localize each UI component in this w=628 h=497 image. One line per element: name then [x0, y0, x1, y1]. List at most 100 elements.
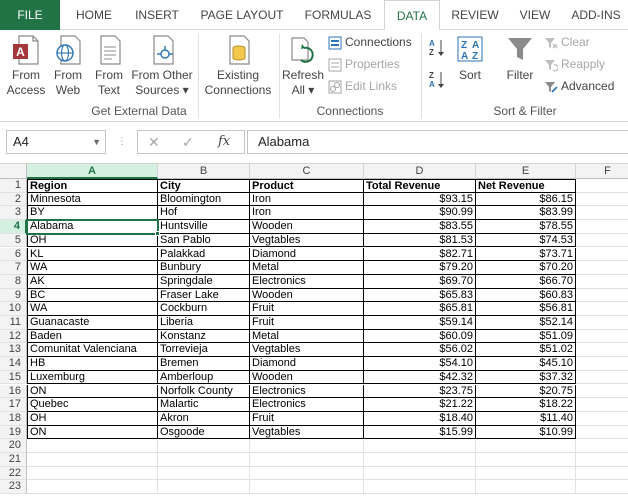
cell-a22[interactable] — [27, 466, 158, 481]
cell-f13[interactable] — [576, 343, 628, 358]
cell-a20[interactable] — [27, 439, 158, 453]
cell-d4[interactable]: $83.55 — [364, 220, 476, 234]
cell-d23[interactable] — [364, 480, 476, 495]
cell-a10[interactable]: WA — [27, 302, 158, 316]
cell-f11[interactable] — [576, 316, 628, 330]
cell-d13[interactable]: $56.02 — [364, 343, 476, 358]
cell-b14[interactable]: Bremen — [158, 357, 250, 371]
advanced-filter-button[interactable]: Advanced — [544, 77, 614, 95]
cell-c13[interactable]: Vegtables — [250, 343, 364, 358]
cell-a2[interactable]: Minnesota — [27, 192, 158, 207]
cell-a15[interactable]: Luxemburg — [27, 370, 158, 385]
cell-c14[interactable]: Diamond — [250, 357, 364, 371]
row-header-1[interactable]: 1 — [0, 179, 27, 193]
row-header-5[interactable]: 5 — [0, 233, 27, 248]
row-header-15[interactable]: 15 — [0, 370, 27, 385]
cell-c20[interactable] — [250, 439, 364, 453]
cell-e4[interactable]: $78.55 — [476, 220, 576, 234]
column-header-e[interactable]: E — [476, 164, 576, 179]
row-header-9[interactable]: 9 — [0, 288, 27, 303]
chevron-down-icon[interactable]: ▼ — [92, 131, 101, 153]
row-header-4[interactable]: 4 — [0, 220, 27, 234]
cell-b3[interactable]: Hof — [158, 206, 250, 221]
cell-a16[interactable]: ON — [27, 384, 158, 399]
row-header-2[interactable]: 2 — [0, 192, 27, 207]
spreadsheet-grid[interactable]: A B C D E F 1 Region City Product Total Revenue Net… — [0, 163, 628, 497]
fill-handle[interactable] — [155, 230, 160, 236]
cell-f9[interactable] — [576, 289, 628, 303]
row-header-16[interactable]: 16 — [0, 384, 27, 399]
cell-d19[interactable]: $15.99 — [364, 425, 476, 440]
cell-b15[interactable]: Amberloup — [158, 370, 250, 385]
row-header-12[interactable]: 12 — [0, 329, 27, 344]
cell-e13[interactable]: $51.02 — [476, 343, 576, 358]
cell-f21[interactable] — [576, 453, 628, 467]
cell-a1[interactable]: Region — [27, 179, 158, 193]
cell-b16[interactable]: Norfolk County — [158, 384, 250, 399]
cell-c15[interactable]: Wooden — [250, 370, 364, 385]
cell-c4[interactable]: Wooden — [250, 220, 364, 234]
cell-f16[interactable] — [576, 385, 628, 399]
cell-c1[interactable]: Product — [250, 179, 364, 193]
cell-d20[interactable] — [364, 439, 476, 453]
cell-d17[interactable]: $21.22 — [364, 398, 476, 412]
cell-b12[interactable]: Konstanz — [158, 329, 250, 344]
cell-b21[interactable] — [158, 453, 250, 467]
row-header-23[interactable]: 23 — [0, 480, 27, 495]
row-header-6[interactable]: 6 — [0, 247, 27, 262]
cell-b7[interactable]: Bunbury — [158, 261, 250, 275]
cell-f23[interactable] — [576, 480, 628, 495]
cell-c9[interactable]: Wooden — [250, 288, 364, 303]
cell-d11[interactable]: $59.14 — [364, 316, 476, 330]
cell-b6[interactable]: Palakkad — [158, 247, 250, 262]
cell-f7[interactable] — [576, 261, 628, 275]
cell-f10[interactable] — [576, 302, 628, 316]
from-web-button[interactable]: From Web — [50, 34, 86, 98]
cell-c2[interactable]: Iron — [250, 192, 364, 207]
column-header-b[interactable]: B — [158, 164, 250, 179]
cell-a3[interactable]: BY — [27, 206, 158, 221]
enter-check-icon[interactable]: ✓ — [182, 131, 194, 153]
cell-f22[interactable] — [576, 467, 628, 481]
cell-e19[interactable]: $10.99 — [476, 425, 576, 440]
cell-b18[interactable]: Akron — [158, 411, 250, 426]
cell-b4[interactable]: Huntsville — [158, 220, 250, 234]
cell-c10[interactable]: Fruit — [250, 302, 364, 316]
cell-f15[interactable] — [576, 371, 628, 385]
cell-d14[interactable]: $54.10 — [364, 357, 476, 371]
tab-data[interactable]: DATA — [384, 0, 440, 31]
cell-c17[interactable]: Electronics — [250, 398, 364, 412]
from-access-button[interactable]: A From Access — [4, 34, 48, 98]
cell-d12[interactable]: $60.09 — [364, 329, 476, 344]
cell-e7[interactable]: $70.20 — [476, 261, 576, 275]
cell-d9[interactable]: $65.83 — [364, 288, 476, 303]
from-other-sources-button[interactable]: From Other Sources ▾ — [129, 34, 195, 98]
cell-f20[interactable] — [576, 439, 628, 453]
cell-f3[interactable] — [576, 206, 628, 221]
cell-a17[interactable]: Quebec — [27, 398, 158, 412]
tab-insert[interactable]: INSERT — [126, 0, 188, 30]
cell-c12[interactable]: Metal — [250, 329, 364, 344]
row-header-17[interactable]: 17 — [0, 398, 27, 412]
row-header-18[interactable]: 18 — [0, 411, 27, 426]
cell-c3[interactable]: Iron — [250, 206, 364, 221]
cell-b10[interactable]: Cockburn — [158, 302, 250, 316]
sort-a-to-z-button[interactable]: A Z — [428, 38, 448, 57]
row-header-20[interactable]: 20 — [0, 439, 27, 453]
cell-e14[interactable]: $45.10 — [476, 357, 576, 371]
cell-b9[interactable]: Fraser Lake — [158, 288, 250, 303]
cell-d21[interactable] — [364, 453, 476, 467]
cell-e12[interactable]: $51.09 — [476, 329, 576, 344]
cell-d2[interactable]: $93.15 — [364, 192, 476, 207]
cell-f2[interactable] — [576, 193, 628, 207]
cell-c21[interactable] — [250, 453, 364, 467]
cell-e9[interactable]: $60.83 — [476, 288, 576, 303]
cell-b19[interactable]: Osgoode — [158, 425, 250, 440]
cell-a14[interactable]: HB — [27, 357, 158, 371]
cell-e17[interactable]: $18.22 — [476, 398, 576, 412]
row-header-14[interactable]: 14 — [0, 357, 27, 371]
from-text-button[interactable]: From Text — [90, 34, 128, 98]
cell-a23[interactable] — [27, 480, 158, 495]
cell-b22[interactable] — [158, 466, 250, 481]
row-header-19[interactable]: 19 — [0, 425, 27, 440]
